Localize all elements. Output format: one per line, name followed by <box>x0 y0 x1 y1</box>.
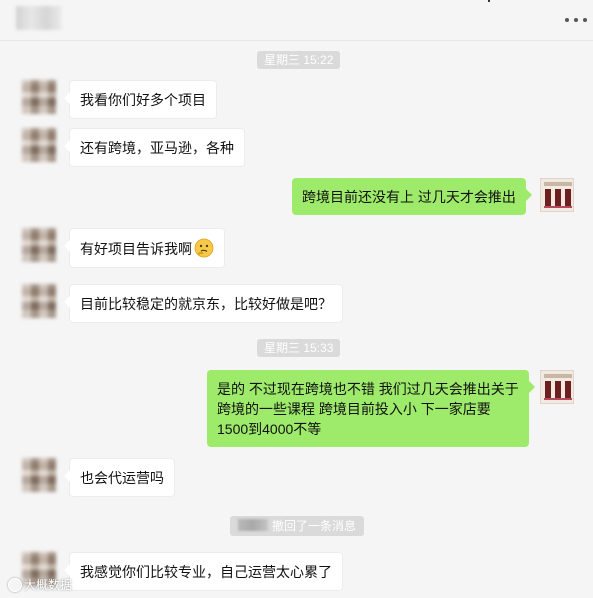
message-text: 有好项目告诉我啊 <box>80 241 192 257</box>
self-avatar[interactable] <box>540 178 574 212</box>
watermark: 大概数据 <box>8 576 72 593</box>
message-bubble-incoming: 我看你们好多个项目 <box>64 80 217 119</box>
watermark-text: 大概数据 <box>24 578 73 592</box>
watermark-logo-icon <box>8 578 22 592</box>
header-divider <box>0 40 593 41</box>
contact-avatar[interactable] <box>22 80 56 114</box>
contact-avatar[interactable] <box>22 228 56 262</box>
message-bubble-outgoing: 跨境目前还没有上 过几天才会推出 <box>292 178 532 215</box>
self-avatar[interactable] <box>540 370 574 404</box>
timestamp-pill: 星期三 15:22 <box>257 51 341 69</box>
header-marker <box>488 0 490 2</box>
contact-avatar[interactable] <box>22 458 56 492</box>
blurred-contact-name <box>16 6 62 30</box>
message-bubble-outgoing: 是的 不过现在跨境也不错 我们过几天会推出关于跨境的一些课程 跨境目前投入小 下… <box>207 370 535 447</box>
blurred-recaller-name <box>238 519 268 531</box>
message-bubble-incoming: 还有跨境，亚马逊，各种 <box>64 128 245 167</box>
chat-header <box>0 0 593 40</box>
thinking-emoji-icon <box>194 238 214 258</box>
message-bubble-incoming: 我感觉你们比较专业，自己运营太心累了 <box>64 552 343 591</box>
recall-notice: 撤回了一条消息 <box>230 516 365 536</box>
recall-text: 撤回了一条消息 <box>272 519 357 533</box>
contact-avatar[interactable] <box>22 128 56 162</box>
contact-avatar[interactable] <box>22 284 56 318</box>
message-bubble-incoming: 目前比较稳定的就京东，比较好做是吧？ <box>64 284 343 323</box>
more-dots-icon[interactable] <box>565 12 587 28</box>
message-bubble-incoming: 也会代运营吗 <box>64 458 175 497</box>
timestamp-pill: 星期三 15:33 <box>257 339 341 357</box>
message-bubble-incoming: 有好项目告诉我啊 <box>64 228 225 268</box>
